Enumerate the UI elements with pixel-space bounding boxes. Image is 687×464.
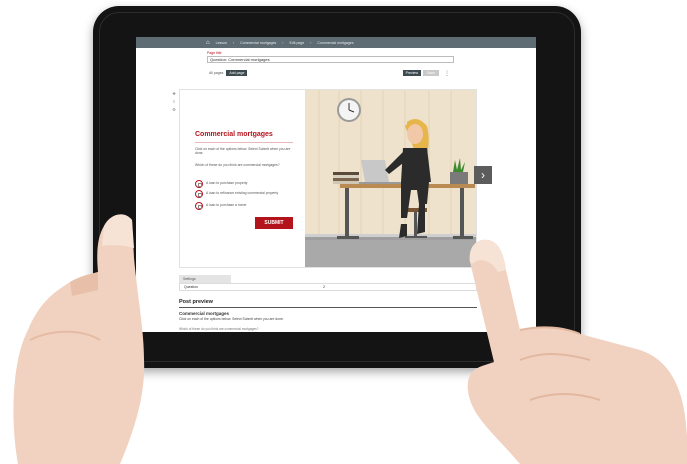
post-preview-heading: Post preview — [179, 299, 213, 305]
divider — [179, 307, 477, 308]
post-preview-text: Click on each of the options below. Sele… — [179, 317, 284, 321]
table-row[interactable]: Question 2 — [179, 283, 477, 291]
page-title-label: Page title — [207, 51, 222, 55]
next-slide-button[interactable]: › — [474, 166, 492, 184]
chevron-right-icon: › — [481, 168, 485, 182]
page-toolbar: All pages Add page Preview Save ⋮ — [209, 69, 536, 77]
option-label: A loan to purchase a home — [206, 203, 247, 207]
slide-description-2: Which of these do you think are commerci… — [195, 163, 280, 167]
checkbox-icon[interactable] — [195, 202, 203, 210]
option-label: A loan to purchase property — [206, 181, 248, 185]
option-label: A loan to refinance existing commercial … — [206, 191, 279, 195]
breadcrumb-separator: › — [310, 40, 312, 45]
post-preview-text-2: Which of these do you think are commerci… — [179, 327, 259, 331]
breadcrumb-item-4[interactable]: Commercial mortgages — [317, 41, 353, 45]
slide-side-tools: ✥ ≡ ⚙ — [171, 91, 178, 113]
wall-clock-icon — [337, 98, 361, 122]
submit-button[interactable]: SUBMIT — [255, 217, 293, 229]
home-icon[interactable]: ⌂ — [206, 40, 210, 46]
office-illustration — [305, 90, 476, 267]
add-page-button[interactable]: Add page — [226, 70, 248, 76]
layers-icon[interactable]: ≡ — [171, 99, 177, 105]
tablet-screen: ⌂ Lesson › Commercial mortgages › Edit p… — [136, 37, 536, 332]
move-icon[interactable]: ✥ — [171, 91, 177, 97]
checkbox-icon[interactable] — [195, 180, 203, 188]
table-cell-value: 2 — [323, 285, 325, 289]
save-button[interactable]: Save — [423, 70, 439, 76]
lesson-slide: Commercial mortgages Click on each of th… — [179, 89, 477, 268]
post-preview-title: Commercial mortgages — [179, 311, 230, 316]
table-cell-label: Question — [184, 285, 199, 289]
option-1[interactable]: A loan to purchase property — [195, 180, 301, 188]
breadcrumb-item-1[interactable]: Lesson — [216, 41, 227, 45]
top-nav: ⌂ Lesson › Commercial mortgages › Edit p… — [136, 37, 536, 48]
settings-table-header: Settings — [179, 275, 231, 283]
page-title-input[interactable]: Question: Commercial mortgages — [207, 56, 454, 63]
all-pages-link[interactable]: All pages — [209, 71, 223, 75]
settings-icon[interactable]: ⚙ — [171, 107, 177, 113]
checkbox-icon[interactable] — [195, 190, 203, 198]
slide-description: Click on each of the options below. Sele… — [195, 147, 291, 156]
preview-button[interactable]: Preview — [402, 70, 422, 76]
page-content: Page title Question: Commercial mortgage… — [136, 48, 536, 77]
breadcrumb-item-2[interactable]: Commercial mortgages — [240, 41, 276, 45]
option-2[interactable]: A loan to refinance existing commercial … — [195, 190, 301, 198]
title-underline — [195, 142, 293, 143]
breadcrumb-separator: › — [232, 40, 235, 45]
slide-title: Commercial mortgages — [195, 131, 273, 138]
breadcrumb-separator: › — [282, 40, 284, 45]
option-3[interactable]: A loan to purchase a home — [195, 202, 301, 210]
breadcrumb-item-3[interactable]: Edit page — [289, 41, 304, 45]
more-vertical-icon[interactable]: ⋮ — [444, 70, 450, 77]
